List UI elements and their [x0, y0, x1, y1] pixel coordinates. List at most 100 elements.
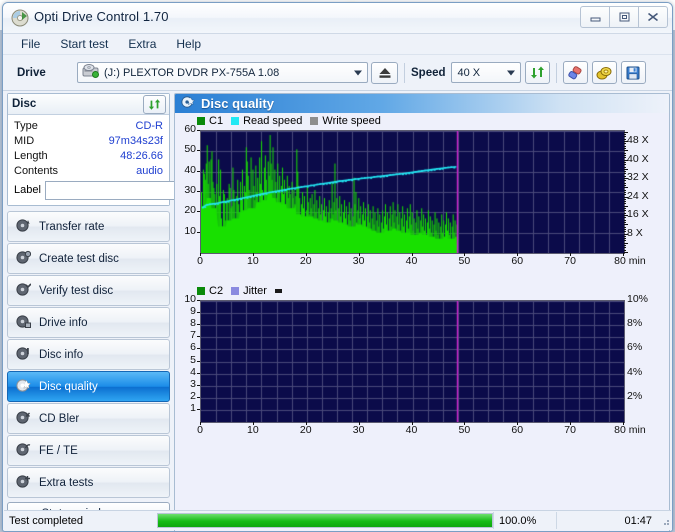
- content-area: Disc Type CD-R MID 97m34s23f Length 48:2…: [3, 91, 672, 530]
- sidebar-item-cd-bler[interactable]: CD Bler: [7, 403, 170, 434]
- refresh-button[interactable]: [525, 61, 550, 84]
- application-window: Opti Drive Control 1.70 File Start test …: [2, 2, 673, 532]
- axis-tick: [624, 224, 628, 225]
- sidebar-label: Transfer rate: [39, 221, 104, 233]
- axis-tick-label: 60: [184, 123, 196, 135]
- title-bar: Opti Drive Control 1.70: [3, 3, 672, 34]
- axis-tick: [624, 132, 628, 133]
- save-button[interactable]: [621, 61, 646, 84]
- menu-extra[interactable]: Extra: [119, 35, 165, 53]
- progress-percent: 100.0%: [493, 512, 556, 529]
- chevron-down-icon: [507, 70, 515, 75]
- axis-tick: [624, 183, 626, 184]
- minimize-button[interactable]: [580, 6, 610, 28]
- disc-create-icon: [16, 250, 31, 268]
- sidebar-item-extra-tests[interactable]: Extra tests: [7, 467, 170, 498]
- axis-tick-label: 10: [247, 424, 259, 436]
- disc-value-mid: 97m34s23f: [109, 135, 163, 147]
- sidebar-item-create-test-disc[interactable]: Create test disc: [7, 243, 170, 274]
- axis-tick: [624, 213, 626, 214]
- axis-tick-label: 20: [184, 204, 196, 216]
- menu-help[interactable]: Help: [167, 35, 210, 53]
- elapsed-time: 01:47: [556, 512, 657, 529]
- chart-c1-plot[interactable]: [200, 130, 625, 254]
- disc-verify-icon: [16, 282, 31, 300]
- menu-file[interactable]: File: [12, 35, 49, 53]
- axis-tick-label: 60: [511, 255, 523, 267]
- drive-toolbar: Drive (J:) PLEXTOR DVDR PX-755A 1.08 Spe…: [3, 55, 672, 91]
- sidebar-item-transfer-rate[interactable]: Transfer rate: [7, 211, 170, 242]
- sidebar-item-fe-te[interactable]: FE / TE: [7, 435, 170, 466]
- status-bar: Test completed 100.0% 01:47: [4, 510, 671, 530]
- axis-tick-label: 2: [190, 390, 196, 402]
- disc-row-length: Length 48:26.66: [14, 148, 163, 163]
- axis-tick: [624, 227, 626, 228]
- axis-tick-label: 50: [459, 424, 471, 436]
- disc-row-contents: Contents audio: [14, 163, 163, 178]
- disc-refresh-button[interactable]: [143, 95, 166, 114]
- axis-tick: [624, 171, 626, 172]
- sidebar-item-drive-info[interactable]: Drive info: [7, 307, 170, 338]
- legend-swatch-jitter: [231, 287, 239, 295]
- axis-tick-label: 40 X: [627, 153, 649, 165]
- disc-key-mid: MID: [14, 135, 34, 147]
- chart-c2: C2 Jitter 1 2 3 4 5 6 7 8 9 10 2% 4% 6% 8% 10% 0 10 20 30 4…: [175, 288, 669, 453]
- sidebar-item-disc-info[interactable]: Disc info: [7, 339, 170, 370]
- chart-c2-legend: C2 Jitter: [197, 285, 282, 297]
- axis-tick: [197, 171, 200, 172]
- menu-start-test[interactable]: Start test: [51, 35, 117, 53]
- axis-tick: [359, 422, 360, 425]
- sidebar-label: Drive info: [39, 317, 88, 329]
- disc-label-row: Label: [14, 179, 163, 201]
- axis-tick: [624, 247, 626, 248]
- axis-tick-label: 2%: [627, 390, 642, 402]
- axis-tick: [624, 220, 626, 221]
- progress-bar: [157, 513, 493, 528]
- axis-tick: [624, 250, 626, 251]
- axis-tick: [306, 253, 307, 256]
- disc-value-length: 48:26.66: [120, 150, 163, 162]
- axis-tick: [624, 231, 626, 232]
- sidebar-label: Create test disc: [39, 253, 119, 265]
- erase-button[interactable]: [563, 61, 588, 84]
- chevron-down-icon: [354, 70, 362, 75]
- legend-label-c1: C1: [209, 115, 223, 127]
- axis-tick: [624, 201, 626, 202]
- legend-swatch-write-speed: [310, 117, 318, 125]
- window-controls: [581, 6, 668, 28]
- axis-tick: [624, 167, 626, 168]
- resize-grip[interactable]: [659, 515, 671, 527]
- disc-quality-icon: [16, 378, 31, 396]
- app-icon: [11, 9, 29, 27]
- axis-tick: [197, 397, 200, 398]
- axis-tick: [517, 422, 518, 425]
- axis-tick: [412, 422, 413, 425]
- axis-tick: [624, 203, 626, 204]
- disc-properties: Type CD-R MID 97m34s23f Length 48:26.66: [8, 115, 169, 205]
- speed-select[interactable]: 40 X: [451, 62, 521, 83]
- drive-select[interactable]: (J:) PLEXTOR DVDR PX-755A 1.08: [77, 62, 368, 83]
- disc-info-icon: [16, 346, 31, 364]
- axis-tick: [253, 422, 254, 425]
- coins-icon: [596, 66, 612, 80]
- restore-button[interactable]: [609, 6, 639, 28]
- axis-tick: [624, 234, 628, 235]
- axis-tick: [197, 211, 200, 212]
- sidebar-item-disc-quality[interactable]: Disc quality: [7, 371, 170, 402]
- close-button[interactable]: [638, 6, 668, 28]
- sidebar-item-verify-test-disc[interactable]: Verify test disc: [7, 275, 170, 306]
- axis-tick: [624, 146, 626, 147]
- axis-tick: [517, 253, 518, 256]
- axis-tick: [624, 148, 626, 149]
- disc-value-contents: audio: [136, 165, 163, 177]
- axis-tick-label: 4%: [627, 366, 642, 378]
- axis-tick: [623, 422, 624, 425]
- axis-tick-label: 1: [190, 402, 196, 414]
- eject-button[interactable]: [371, 62, 398, 84]
- axis-tick: [624, 240, 626, 241]
- coins-button[interactable]: [592, 61, 617, 84]
- axis-tick: [412, 253, 413, 256]
- legend-label-jitter: Jitter: [243, 285, 267, 297]
- chart-c2-plot[interactable]: [200, 300, 625, 423]
- status-message: Test completed: [4, 515, 157, 527]
